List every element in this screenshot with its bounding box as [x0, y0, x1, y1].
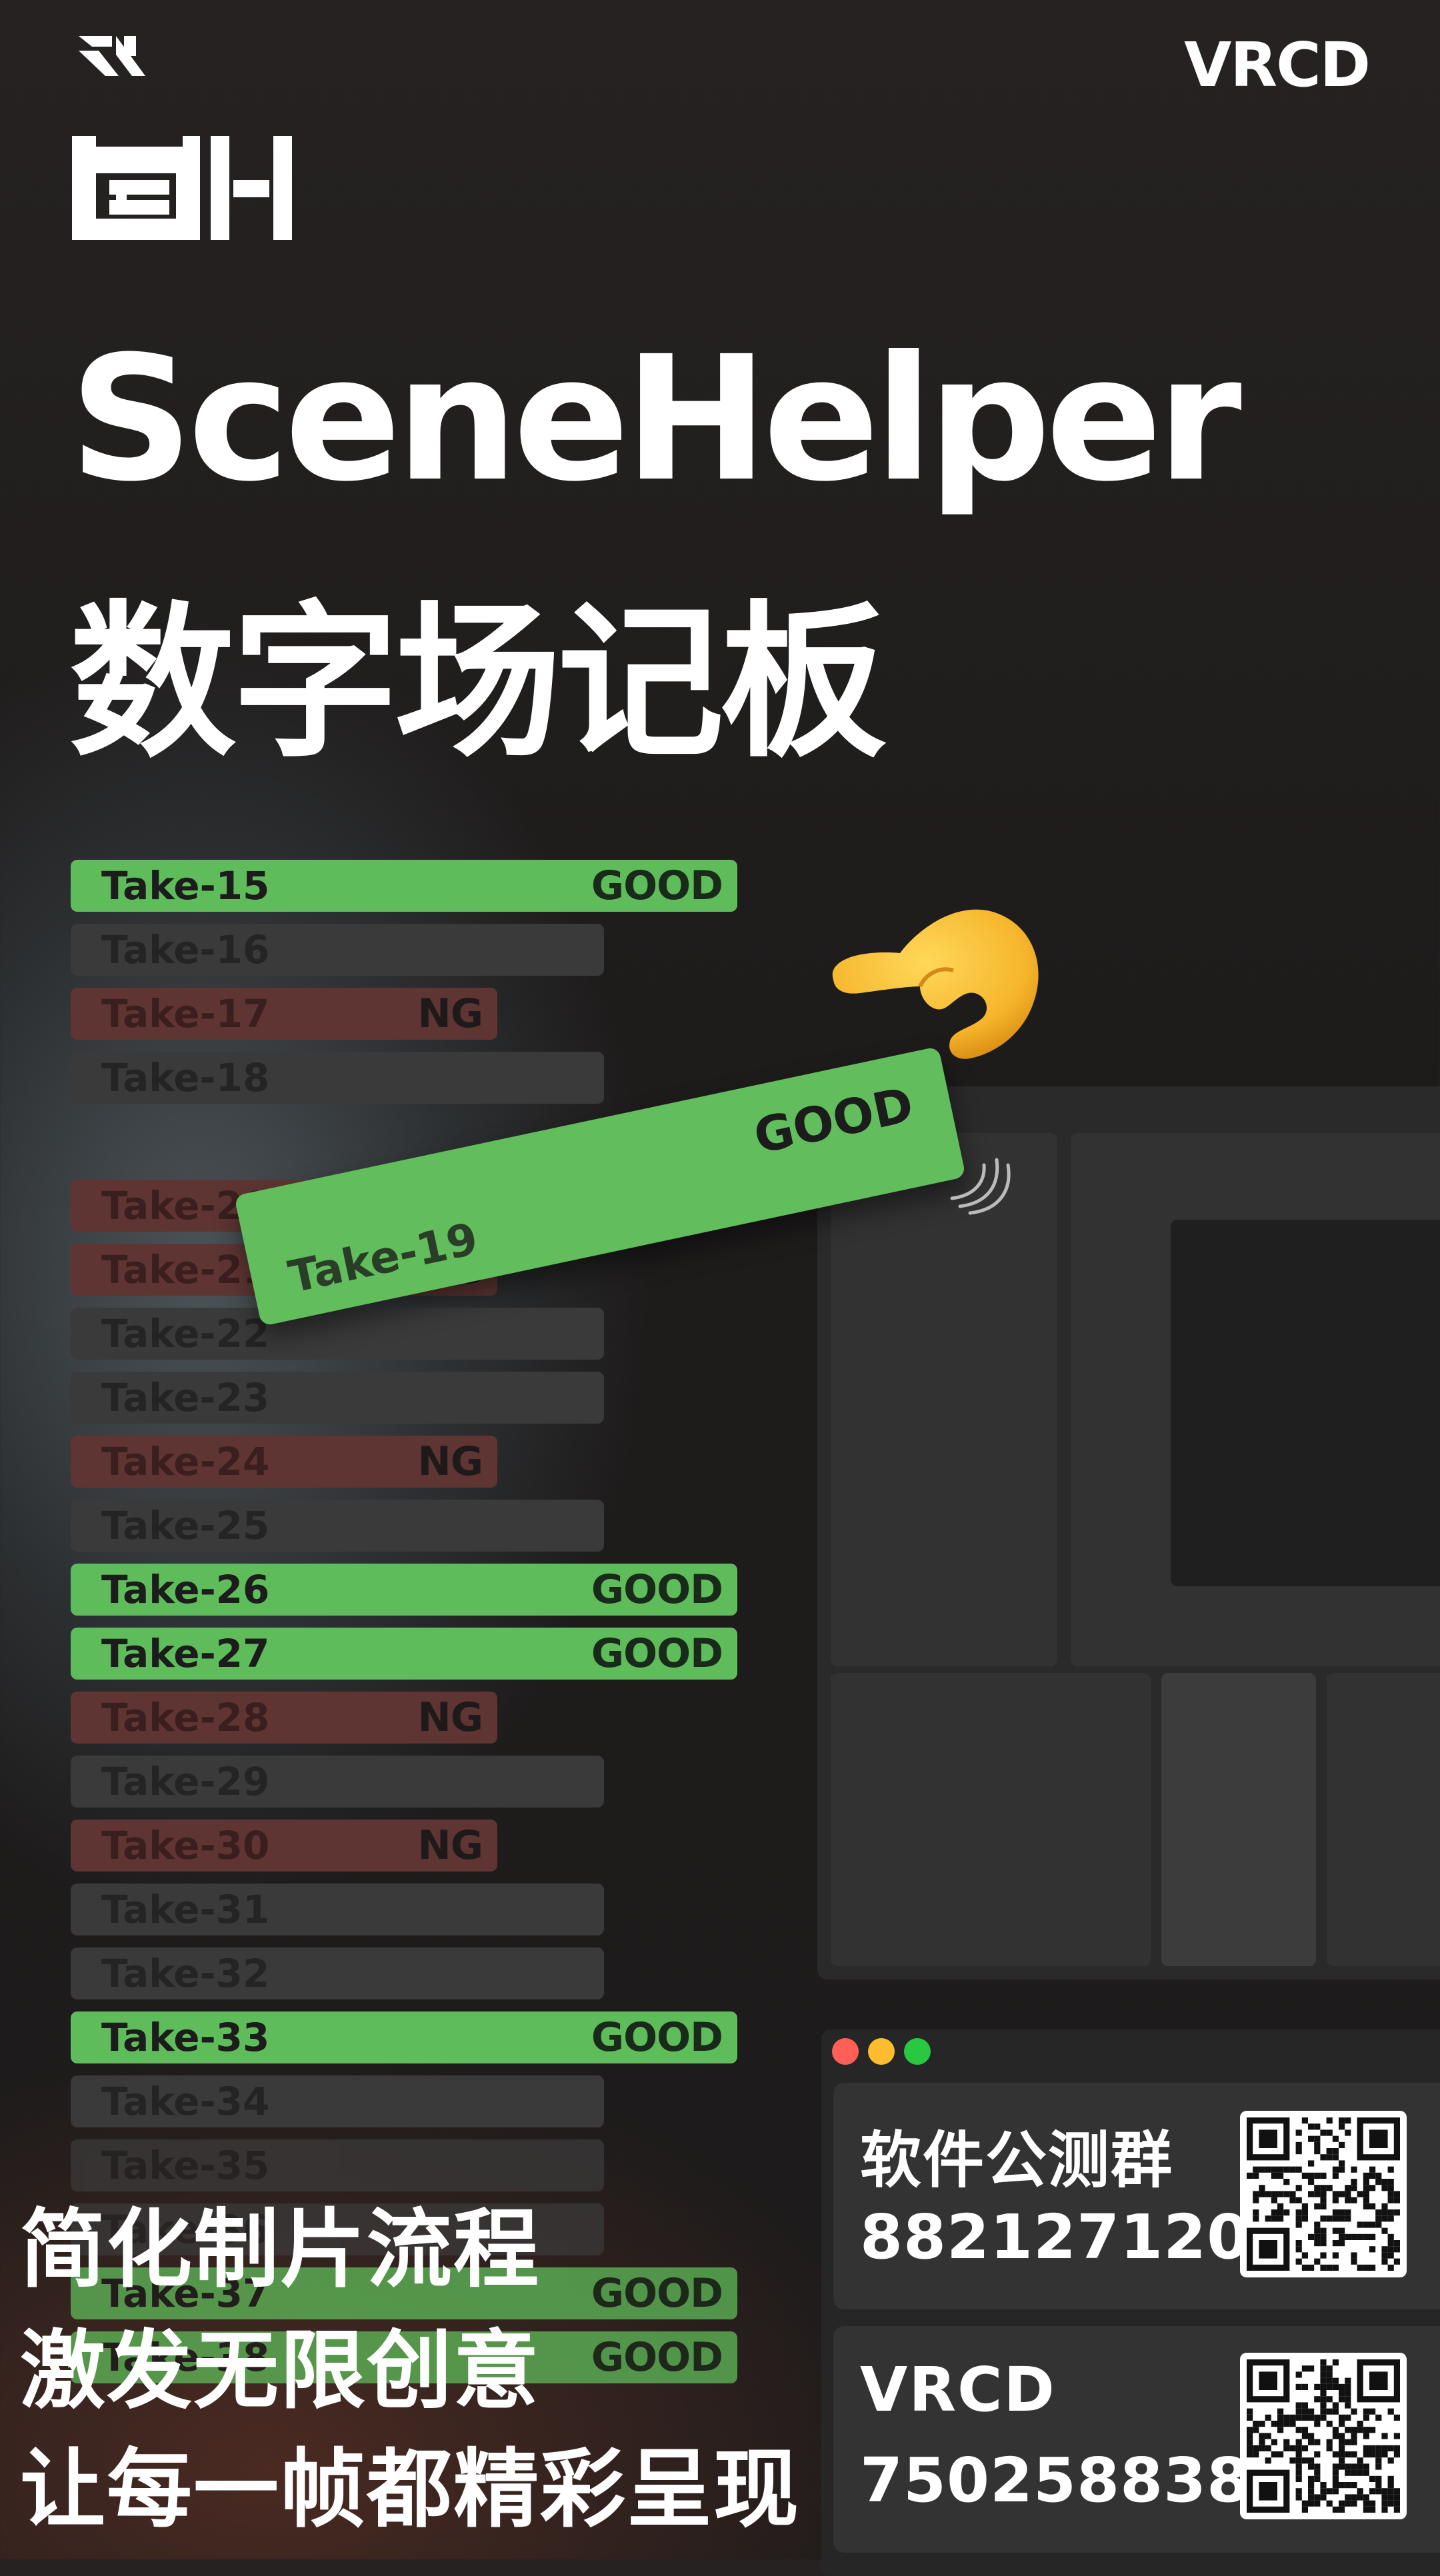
- take-status: GOOD: [591, 2334, 723, 2381]
- motion-lines-icon: [950, 1158, 1011, 1215]
- take-label: Take-26: [101, 1567, 270, 1612]
- flying-take-status: GOOD: [749, 1076, 919, 1165]
- slogan-line-3: 让每一帧都精彩呈现: [20, 2440, 801, 2539]
- monitor-panel-bottom-mid: [1161, 1673, 1316, 1966]
- contact-card-vrcd: VRCD 750258838: [833, 2326, 1440, 2553]
- take-status: NG: [417, 990, 483, 1037]
- monitor-panel-bottom-right: [1327, 1673, 1440, 1966]
- take-label: Take-16: [101, 927, 270, 972]
- take-label: Take-30: [101, 1823, 270, 1868]
- take-row[interactable]: Take-18: [71, 1052, 604, 1104]
- take-status: NG: [417, 1822, 483, 1869]
- take-status: NG: [417, 1694, 483, 1741]
- take-row[interactable]: Take-35: [71, 2139, 604, 2191]
- window-maximize-dot[interactable]: [904, 2038, 931, 2065]
- take-row[interactable]: Take-28 NG: [71, 1692, 497, 1744]
- qr-code: [1240, 2111, 1407, 2277]
- take-row[interactable]: Take-15 GOOD: [71, 860, 737, 912]
- take-label: Take-23: [101, 1375, 270, 1420]
- take-label: Take-31: [101, 1887, 270, 1932]
- take-label: Take-35: [101, 2143, 270, 2188]
- take-label: Take-15: [101, 863, 270, 908]
- take-row[interactable]: Take-17 NG: [71, 988, 497, 1040]
- take-row[interactable]: Take-32: [71, 1947, 604, 1999]
- take-row[interactable]: Take-25: [71, 1500, 604, 1552]
- contact-number: 882127120: [860, 2201, 1251, 2273]
- app-subtitle: 数字场记板: [69, 586, 887, 780]
- contact-title: 软件公测群: [860, 2125, 1174, 2196]
- take-row[interactable]: Take-26 GOOD: [71, 1564, 737, 1616]
- take-status: GOOD: [591, 1566, 723, 1613]
- monitor-preview: [1171, 1220, 1440, 1586]
- contact-number: 750258838: [860, 2445, 1251, 2516]
- slogan-line-1: 简化制片流程: [20, 2200, 541, 2299]
- scenehelper-logo-icon: [72, 136, 292, 240]
- take-status: GOOD: [591, 1630, 723, 1677]
- take-label: Take-33: [101, 2015, 270, 2060]
- qr-code: [1240, 2353, 1407, 2519]
- take-status: GOOD: [591, 2270, 723, 2317]
- take-label: Take-28: [101, 1695, 270, 1740]
- take-row[interactable]: Take-23: [71, 1372, 604, 1424]
- take-label: Take-24: [101, 1439, 270, 1484]
- take-row[interactable]: Take-22: [71, 1308, 604, 1360]
- contact-title: VRCD: [860, 2354, 1056, 2425]
- take-label: Take-21: [101, 1247, 270, 1292]
- take-label: Take-32: [101, 1951, 270, 1996]
- vrcd-logo: VRCD: [1184, 29, 1371, 101]
- monitor-panel-bottom-left: [831, 1673, 1151, 1966]
- take-row[interactable]: Take-27 GOOD: [71, 1628, 737, 1680]
- take-row[interactable]: Take-24 NG: [71, 1436, 497, 1488]
- take-row[interactable]: Take-33 GOOD: [71, 2011, 737, 2063]
- window-close-dot[interactable]: [832, 2038, 859, 2065]
- take-status: GOOD: [591, 2014, 723, 2061]
- take-row[interactable]: Take-31: [71, 1884, 604, 1935]
- take-label: Take-29: [101, 1759, 270, 1804]
- vrcd-mark-icon: [79, 36, 145, 76]
- take-label: Take-34: [101, 2079, 270, 2124]
- take-label: Take-25: [101, 1503, 270, 1548]
- take-status: NG: [417, 1438, 483, 1485]
- window-minimize-dot[interactable]: [868, 2038, 895, 2065]
- pinching-hand-icon: [832, 909, 1039, 1059]
- take-label: Take-27: [101, 1631, 270, 1676]
- app-title: SceneHelper: [69, 319, 1242, 519]
- monitor-panel-main: [1071, 1133, 1440, 1666]
- monitor-panel-left: [831, 1133, 1057, 1666]
- take-status: GOOD: [591, 862, 723, 909]
- contact-card-beta-group: 软件公测群 882127120: [833, 2083, 1440, 2309]
- take-row[interactable]: Take-30 NG: [71, 1820, 497, 1872]
- take-row[interactable]: Take-29: [71, 1756, 604, 1808]
- take-label: Take-22: [101, 1311, 270, 1356]
- take-row[interactable]: Take-16: [71, 924, 604, 976]
- slogan-line-2: 激发无限创意: [20, 2321, 541, 2421]
- take-label: Take-18: [101, 1055, 270, 1100]
- take-label: Take-17: [101, 991, 270, 1036]
- take-row[interactable]: Take-34: [71, 2075, 604, 2127]
- monitor-mockup: [817, 1086, 1440, 1979]
